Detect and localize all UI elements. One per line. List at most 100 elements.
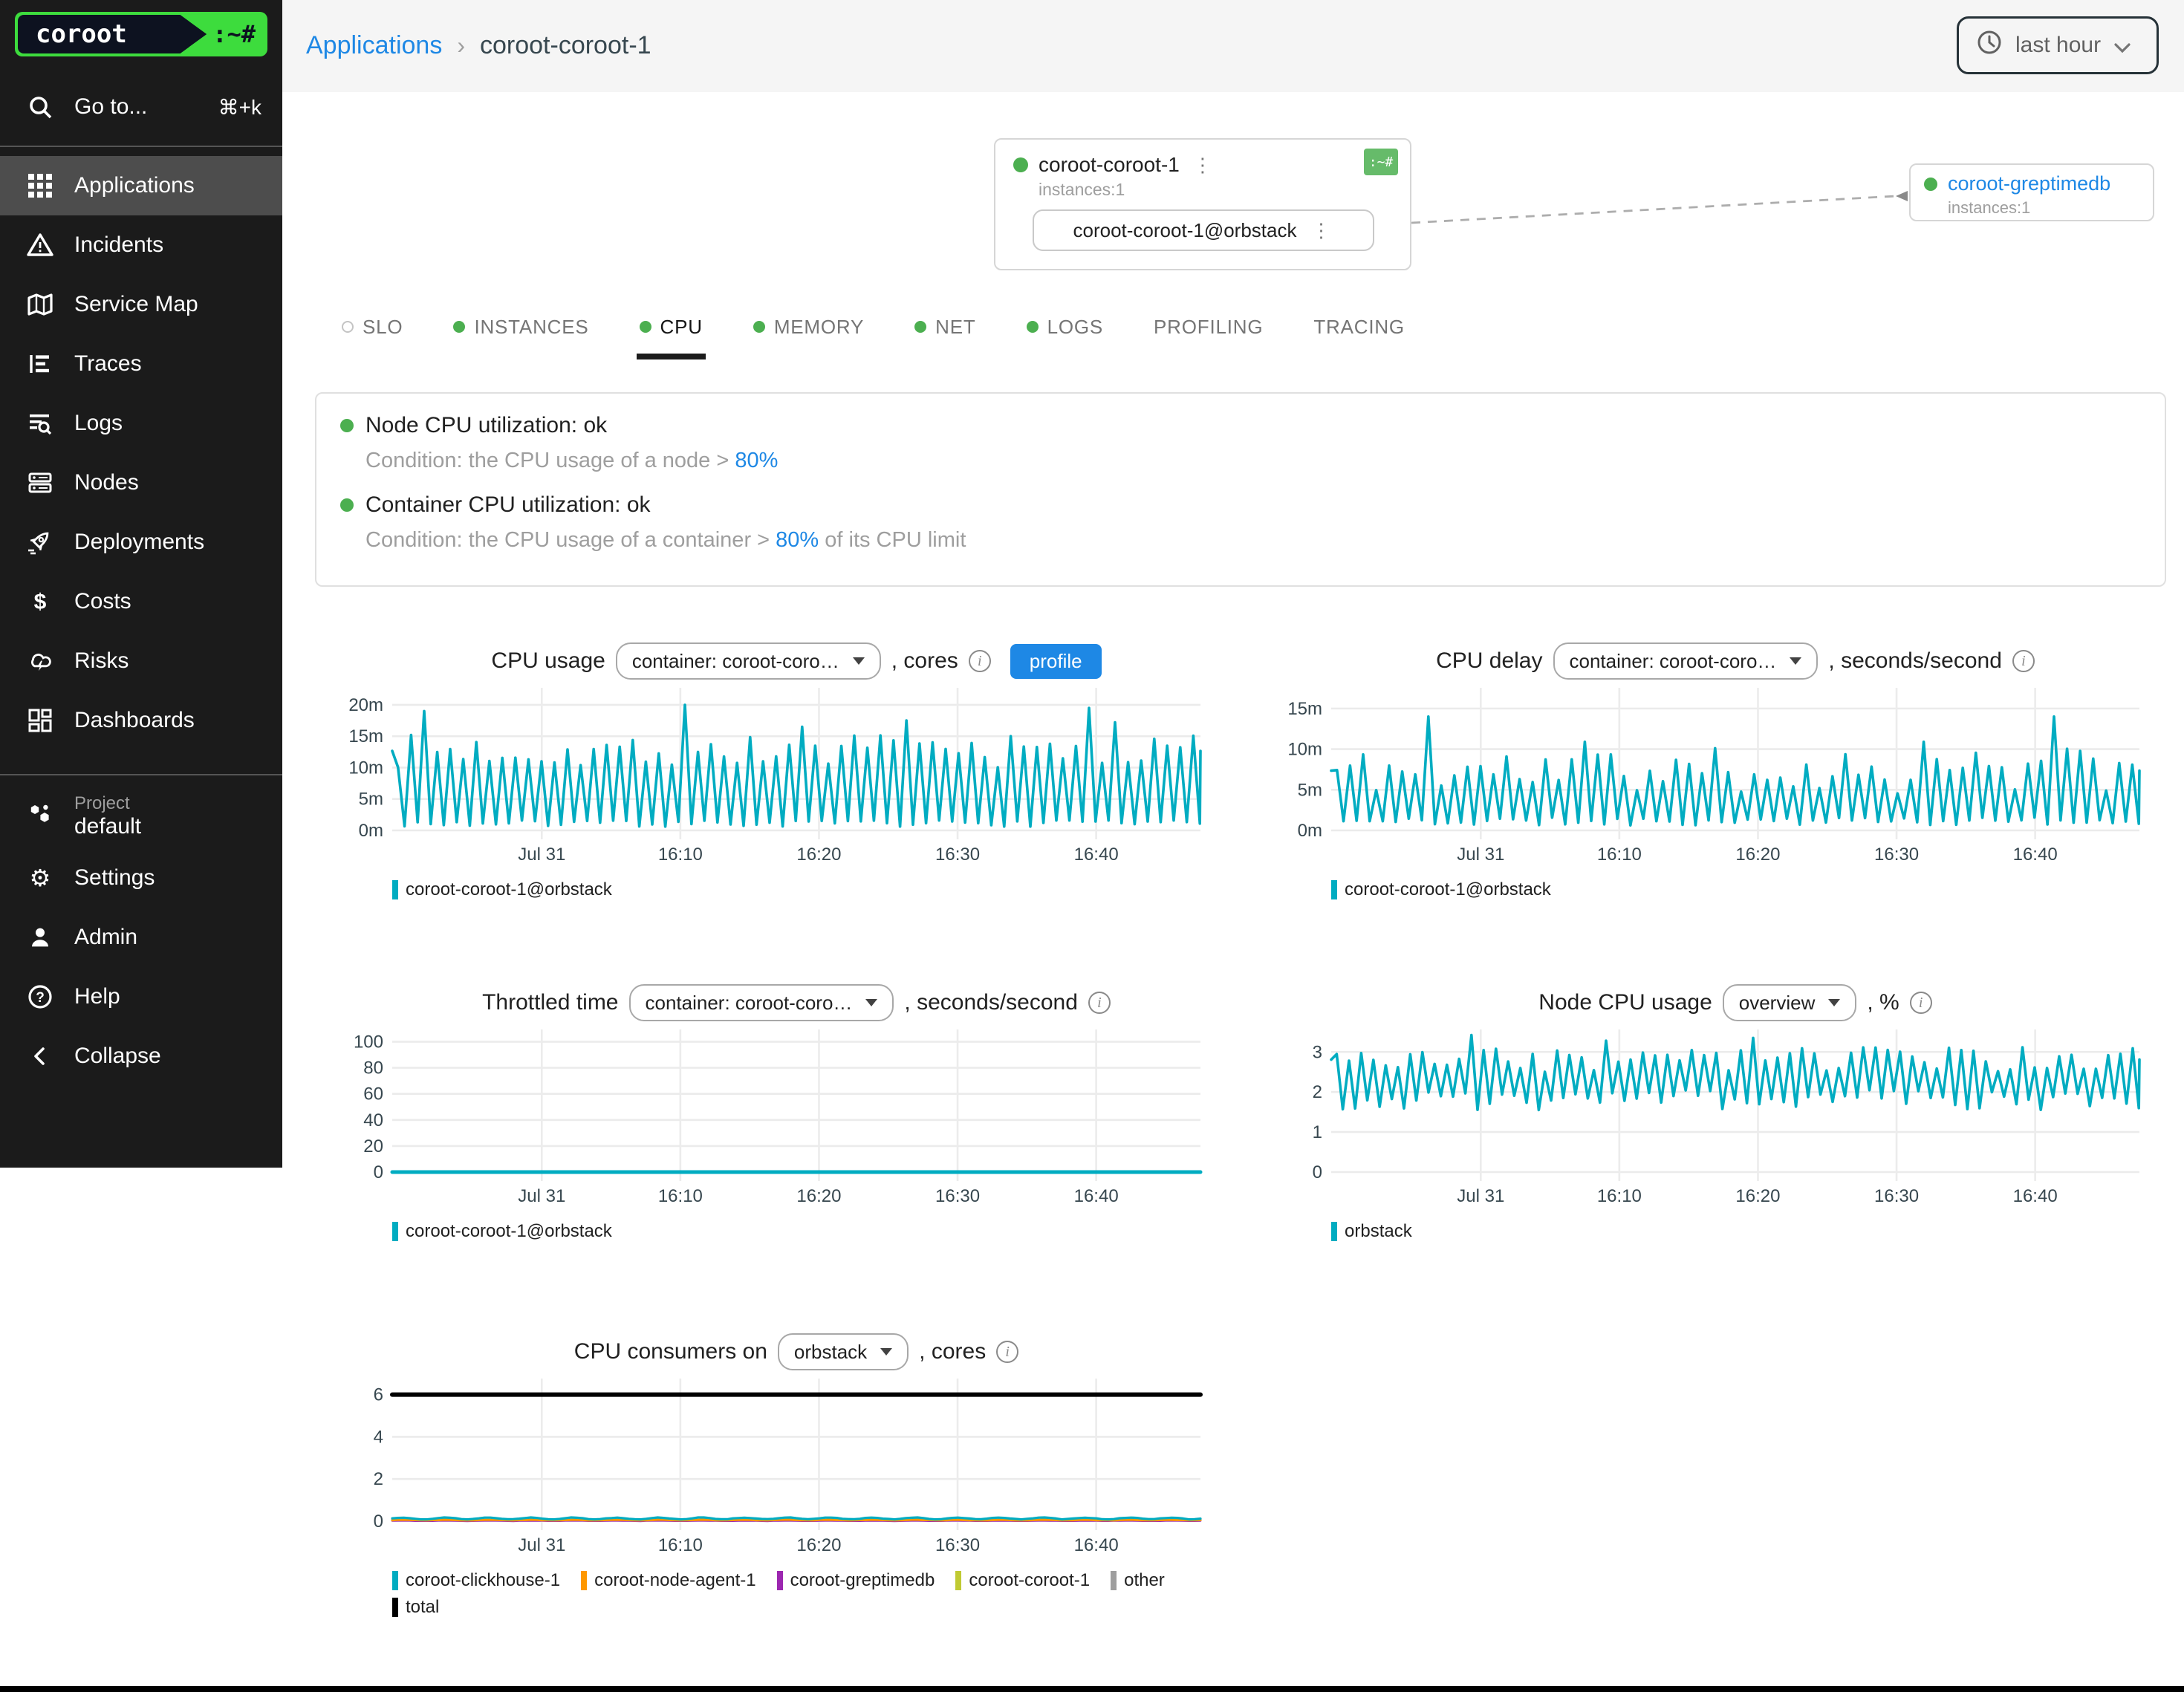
tab-cpu[interactable]: CPU: [640, 309, 703, 345]
overview-select[interactable]: overview: [1723, 984, 1857, 1021]
chart-cpu-consumers: CPU consumers on orbstack , cores 0246Ju…: [336, 1333, 1212, 1618]
svg-text:16:10: 16:10: [1597, 1186, 1642, 1206]
sidebar-item-incidents[interactable]: Incidents: [0, 215, 282, 275]
legend-item[interactable]: coroot-greptimedb: [777, 1570, 935, 1591]
status-dot: [453, 321, 465, 333]
svg-text:16:30: 16:30: [935, 1186, 980, 1206]
tab-slo[interactable]: SLO: [342, 309, 403, 345]
chart-legend: coroot-coroot-1@orbstack: [392, 1221, 1212, 1242]
project-icon: [27, 800, 53, 833]
breadcrumb: Applications › coroot-coroot-1: [306, 31, 651, 60]
sidebar-item-admin[interactable]: Admin: [0, 908, 282, 967]
info-icon[interactable]: [2012, 650, 2035, 672]
tab-net[interactable]: NET: [914, 309, 975, 345]
svg-text:2: 2: [1313, 1082, 1322, 1102]
legend-item[interactable]: coroot-coroot-1@orbstack: [392, 1221, 612, 1242]
tab-profiling[interactable]: PROFILING: [1154, 309, 1263, 345]
node-select[interactable]: orbstack: [778, 1333, 909, 1370]
clock-icon: [1977, 30, 2002, 61]
tab-instances[interactable]: INSTANCES: [453, 309, 588, 345]
coroot-logo[interactable]: coroot :~#: [15, 12, 267, 56]
chart-title: CPU delay: [1436, 648, 1542, 674]
legend-item[interactable]: orbstack: [1331, 1221, 1412, 1242]
check-title: Container CPU utilization: ok: [365, 492, 651, 518]
status-dot: [914, 321, 926, 333]
sidebar-item-risks[interactable]: Risks: [0, 631, 282, 691]
info-icon[interactable]: [1910, 992, 1932, 1014]
sidebar-item-dashboards[interactable]: Dashboards: [0, 691, 282, 750]
sidebar-item-logs[interactable]: Logs: [0, 394, 282, 453]
sidebar-item-help[interactable]: ? Help: [0, 967, 282, 1026]
chart-title: CPU consumers on: [574, 1339, 767, 1364]
breadcrumb-separator: ›: [457, 32, 465, 59]
sidebar-collapse-button[interactable]: Collapse: [0, 1026, 282, 1086]
chart-plot: 0m5m10m15m20mJul 3116:1016:2016:3016:40: [336, 680, 1212, 873]
threshold-link[interactable]: 80%: [776, 528, 819, 552]
divider: [0, 774, 282, 775]
tab-logs[interactable]: LOGS: [1027, 309, 1103, 345]
sidebar-item-nodes[interactable]: Nodes: [0, 453, 282, 513]
container-select[interactable]: container: coroot-coro…: [616, 642, 881, 680]
svg-text:1: 1: [1313, 1122, 1322, 1142]
project-selector[interactable]: Project default: [0, 784, 282, 848]
legend-item[interactable]: total: [392, 1597, 439, 1618]
svg-text:4: 4: [374, 1427, 383, 1447]
sidebar-item-label: Deployments: [74, 530, 204, 555]
threshold-link[interactable]: 80%: [735, 449, 778, 472]
chart-unit: , %: [1867, 990, 1899, 1015]
legend-label: coroot-coroot-1: [969, 1570, 1090, 1591]
arrow-left-icon: [1896, 191, 1908, 201]
info-icon[interactable]: [996, 1341, 1018, 1363]
app-card-coroot-coroot-1: coroot-coroot-1 ⋮ :~# instances:1 coroot…: [994, 138, 1411, 270]
breadcrumb-applications-link[interactable]: Applications: [306, 31, 442, 60]
sidebar-item-label: Settings: [74, 865, 155, 891]
sidebar-item-deployments[interactable]: Deployments: [0, 513, 282, 572]
kebab-menu-icon[interactable]: ⋮: [1190, 155, 1215, 175]
svg-text:Jul 31: Jul 31: [1457, 1186, 1504, 1206]
status-dot: [342, 321, 354, 333]
sidebar-item-costs[interactable]: $ Costs: [0, 572, 282, 631]
tab-tracing[interactable]: TRACING: [1313, 309, 1405, 345]
svg-text:16:40: 16:40: [1074, 845, 1119, 865]
status-dot: [340, 498, 354, 512]
tab-memory[interactable]: MEMORY: [753, 309, 864, 345]
legend-label: orbstack: [1345, 1221, 1412, 1242]
svg-text:10m: 10m: [348, 758, 383, 778]
storm-cloud-icon: [27, 648, 53, 674]
go-to-search[interactable]: Go to... ⌘+k: [0, 77, 282, 137]
search-icon: [27, 94, 53, 120]
sidebar-item-applications[interactable]: Applications: [0, 156, 282, 215]
sidebar-item-traces[interactable]: Traces: [0, 334, 282, 394]
coroot-app: coroot :~# Go to... ⌘+k Applications Inc…: [0, 0, 2184, 1692]
svg-text:16:40: 16:40: [2013, 1186, 2058, 1206]
container-select[interactable]: container: coroot-coro…: [1553, 642, 1819, 680]
legend-item[interactable]: coroot-node-agent-1: [581, 1570, 755, 1591]
svg-text:16:30: 16:30: [935, 1535, 980, 1555]
legend-item[interactable]: coroot-coroot-1: [955, 1570, 1090, 1591]
top-header: Applications › coroot-coroot-1 last hour: [282, 0, 2184, 92]
svg-text:16:40: 16:40: [2013, 845, 2058, 865]
chart-plot: 0m5m10m15mJul 3116:1016:2016:3016:40: [1275, 680, 2151, 873]
container-select[interactable]: container: coroot-coro…: [629, 984, 894, 1021]
profile-button[interactable]: profile: [1010, 644, 1102, 679]
coroot-badge: :~#: [1364, 149, 1398, 175]
status-dot: [753, 321, 765, 333]
legend-item[interactable]: coroot-coroot-1@orbstack: [1331, 879, 1551, 900]
svg-text:⚙: ⚙: [30, 865, 51, 891]
kebab-menu-icon[interactable]: ⋮: [1308, 221, 1333, 240]
app-card-name[interactable]: coroot-coroot-1: [1039, 153, 1180, 177]
svg-text:100: 100: [354, 1032, 383, 1052]
dep-card-link[interactable]: coroot-greptimedb: [1948, 172, 2110, 195]
legend-item[interactable]: coroot-clickhouse-1: [392, 1570, 560, 1591]
chart-legend: coroot-coroot-1@orbstack: [392, 879, 1212, 900]
legend-item[interactable]: coroot-coroot-1@orbstack: [392, 879, 612, 900]
legend-item[interactable]: other: [1111, 1570, 1165, 1591]
sidebar-item-service-map[interactable]: Service Map: [0, 275, 282, 334]
sidebar-item-settings[interactable]: ⚙ Settings: [0, 848, 282, 908]
instance-coroot-coroot-1-orbstack[interactable]: coroot-coroot-1@orbstack ⋮: [1033, 209, 1374, 251]
chart-unit: , cores: [891, 648, 958, 674]
dashboards-icon: [27, 707, 53, 734]
time-range-picker[interactable]: last hour: [1957, 16, 2159, 74]
info-icon[interactable]: [1088, 992, 1111, 1014]
info-icon[interactable]: [969, 650, 991, 672]
